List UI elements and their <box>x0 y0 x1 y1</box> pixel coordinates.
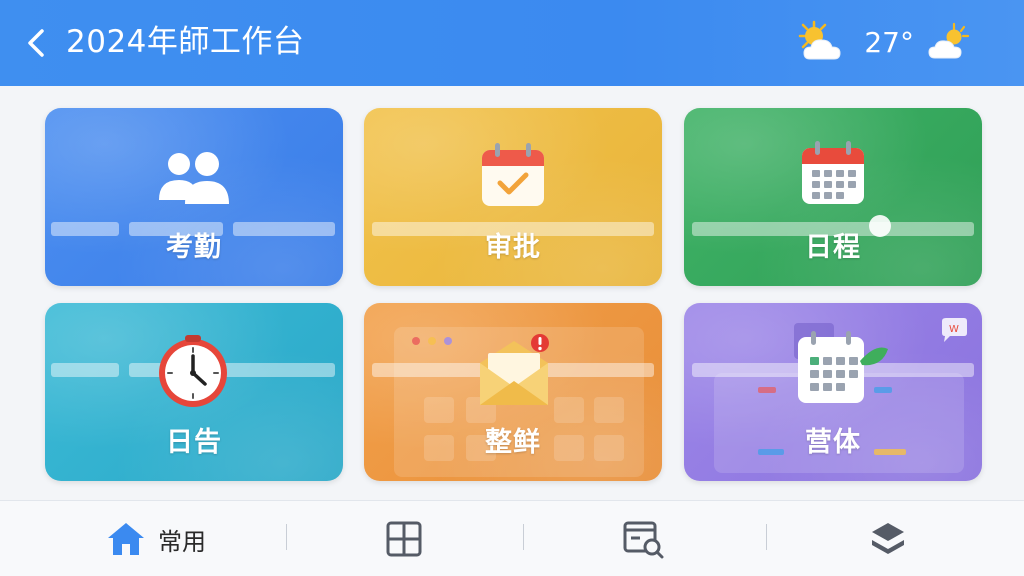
back-button[interactable] <box>20 26 52 60</box>
tile-operations[interactable]: W 营体 <box>684 303 982 481</box>
tile-schedule[interactable]: 日程 <box>684 108 982 286</box>
tile-attendance[interactable]: 考勤 <box>45 108 343 286</box>
home-icon <box>108 523 144 555</box>
tile-label: 营体 <box>805 427 861 458</box>
tab-common[interactable]: 常用 <box>96 501 216 576</box>
calendar-check-icon <box>482 143 544 206</box>
partly-sunny-icon <box>928 22 970 59</box>
partly-sunny-icon <box>799 20 841 60</box>
clock-icon <box>159 335 227 407</box>
chevron-left-icon <box>28 29 44 57</box>
tile-daily-report[interactable]: 日告 <box>45 303 343 481</box>
weather-widget: 27° <box>794 18 972 68</box>
temperature-readout: 27° <box>864 26 914 59</box>
chat-badge-icon: W <box>942 318 967 342</box>
envelope-alert-icon <box>480 334 549 405</box>
app-header: 2024年師工作台 27° <box>0 0 1024 86</box>
tile-label: 审批 <box>485 232 541 263</box>
layers-icon <box>872 523 904 554</box>
grid-icon <box>386 521 422 557</box>
tab-divider <box>286 524 287 550</box>
calendar-leaf-icon <box>794 323 888 403</box>
decor-bar <box>51 363 119 377</box>
tile-label: 考勤 <box>166 232 222 263</box>
calendar-grid-icon <box>802 141 864 204</box>
tile-label: 整鲜 <box>485 427 541 458</box>
people-icon <box>159 152 229 204</box>
tab-layers[interactable] <box>848 501 928 576</box>
tab-label: 常用 <box>158 527 206 556</box>
tab-divider <box>766 524 767 550</box>
tab-divider <box>523 524 524 550</box>
page-title: 2024年師工作台 <box>66 24 305 60</box>
search-document-icon <box>623 521 664 559</box>
tile-label: 日程 <box>805 232 861 263</box>
bottom-tab-bar: 常用 <box>0 500 1024 576</box>
tile-approval[interactable]: 审批 <box>364 108 662 286</box>
tile-messages[interactable]: 整鲜 <box>364 303 662 481</box>
svg-text:W: W <box>949 324 959 335</box>
tile-label: 日告 <box>166 427 222 458</box>
tab-grid[interactable] <box>364 501 444 576</box>
tab-search-documents[interactable] <box>604 501 684 576</box>
